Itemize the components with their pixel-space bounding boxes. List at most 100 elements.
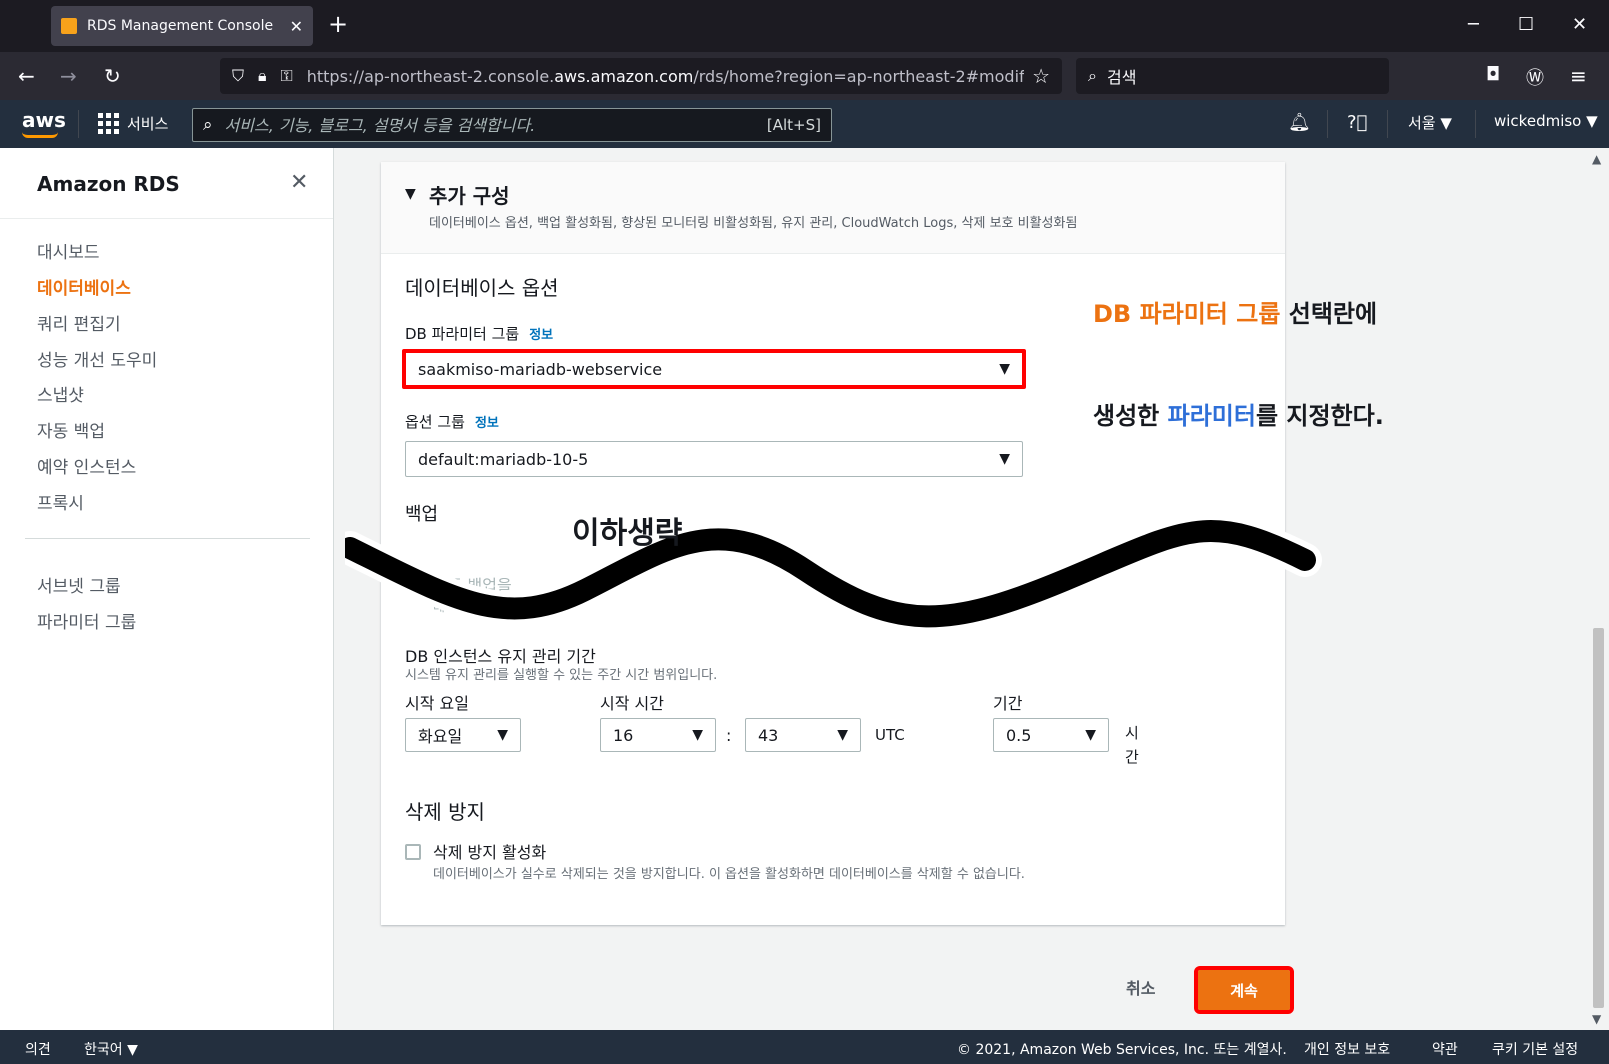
scrollbar[interactable]: ▲ ▼ (1588, 148, 1609, 1030)
scroll-down-icon[interactable]: ▼ (1592, 1012, 1601, 1026)
param-group-select[interactable]: saakmiso-mariadb-webservice ▼ (402, 349, 1026, 389)
start-minute-select[interactable]: 43 ▼ (745, 718, 861, 752)
search-icon: ⌕ (203, 115, 213, 135)
close-window-icon[interactable]: ✕ (1572, 14, 1587, 35)
start-minute-value: 43 (758, 725, 779, 745)
start-day-select[interactable]: 화요일 ▼ (405, 718, 521, 752)
browser-nav-bar: ← → ↻ ⛉ 🔒︎ ⚿ https://ap-northeast-2.cons… (0, 52, 1609, 100)
annotation-line-1: DB 파라미터 그룹 선택란에 (1093, 300, 1378, 328)
profile-icon[interactable]: Ⓦ (1526, 64, 1544, 90)
caret-down-icon: ▼ (692, 727, 703, 743)
new-tab-icon[interactable]: + (328, 12, 348, 36)
menu-icon[interactable]: ≡ (1570, 64, 1587, 88)
duration-label: 기간 (993, 694, 1023, 713)
scroll-up-icon[interactable]: ▲ (1592, 152, 1601, 166)
continue-button[interactable]: 계속 (1194, 966, 1294, 1014)
timezone-label: UTC (875, 726, 905, 744)
close-icon[interactable]: ✕ (290, 170, 308, 195)
user-menu[interactable]: wickedmiso ▼ (1494, 112, 1598, 130)
privacy-link[interactable]: 개인 정보 보호 (1304, 1039, 1390, 1059)
aws-smile-icon (22, 132, 58, 138)
key-icon[interactable]: ⚿ (281, 66, 293, 86)
shield-icon[interactable]: ⛉ (232, 66, 244, 86)
services-label: 서비스 (127, 115, 169, 133)
deletion-protection-checkbox[interactable] (405, 844, 421, 860)
tab-title: RDS Management Console (87, 18, 274, 34)
bookmark-star-icon[interactable]: ☆ (1032, 64, 1050, 88)
browser-tab[interactable]: RDS Management Console ✕ (51, 6, 313, 46)
sidebar-item-automated-backups[interactable]: 자동 백업 (37, 417, 105, 442)
browser-search-placeholder: 검색 (1106, 68, 1137, 87)
aws-search-input[interactable] (224, 115, 767, 135)
sidebar-item-subnet-groups[interactable]: 서브넷 그룹 (37, 572, 121, 597)
grid-icon (98, 113, 119, 134)
aws-header: aws 서비스 ⌕ [Alt+S] 🔔︎ ?⃝ 서울 ▼ wickedmiso … (0, 100, 1609, 148)
language-selector[interactable]: 한국어 ▼ (84, 1039, 138, 1059)
deletion-protection-title: 삭제 방지 (405, 800, 485, 824)
sidebar-item-snapshots[interactable]: 스냅샷 (37, 381, 84, 406)
caret-down-icon[interactable]: ▼ (405, 186, 416, 202)
annotation-line-2: 생성한 파라미터를 지정한다. (1093, 402, 1384, 430)
copyright-text: © 2021, Amazon Web Services, Inc. 또는 계열사… (957, 1042, 1287, 1058)
sidebar-item-databases[interactable]: 데이터베이스 (37, 274, 131, 299)
maximize-icon[interactable]: ☐ (1518, 14, 1534, 35)
header-divider (1387, 110, 1388, 138)
browser-tab-bar: RDS Management Console ✕ + ─ ☐ ✕ (0, 0, 1609, 52)
header-divider (1327, 110, 1328, 138)
reload-icon[interactable]: ↻ (104, 64, 121, 88)
help-icon[interactable]: ?⃝ (1347, 112, 1367, 133)
cookie-preferences-link[interactable]: 쿠키 기본 설정 (1492, 1039, 1578, 1059)
region-selector[interactable]: 서울 ▼ (1408, 112, 1452, 133)
caret-down-icon: ▼ (497, 727, 508, 743)
option-group-label: 옵션 그룹 정보 (405, 413, 499, 431)
forward-icon[interactable]: → (60, 64, 77, 88)
sidebar-title: Amazon RDS (37, 172, 180, 196)
db-options-title: 데이터베이스 옵션 (405, 276, 559, 300)
url-text[interactable]: https://ap-northeast-2.console.aws.amazo… (307, 67, 1024, 86)
omission-squiggle (345, 520, 1322, 630)
minimize-icon[interactable]: ─ (1468, 14, 1479, 35)
back-icon[interactable]: ← (18, 64, 35, 88)
sidebar-item-dashboard[interactable]: 대시보드 (37, 238, 100, 263)
start-day-value: 화요일 (418, 727, 463, 746)
terms-link[interactable]: 약관 (1432, 1039, 1458, 1059)
close-tab-icon[interactable]: ✕ (290, 17, 303, 36)
info-link[interactable]: 정보 (529, 328, 553, 343)
scroll-thumb[interactable] (1593, 628, 1604, 1008)
sidebar-item-reserved-instances[interactable]: 예약 인스턴스 (37, 453, 136, 478)
feedback-link[interactable]: 의견 (25, 1039, 51, 1059)
panel-header[interactable]: ▼ 추가 구성 데이터베이스 옵션, 백업 활성화됨, 향상된 모니터링 비활성… (381, 162, 1285, 254)
header-divider (78, 110, 79, 138)
sidebar-item-parameter-groups[interactable]: 파라미터 그룹 (37, 608, 136, 633)
browser-search-bar[interactable]: ⌕ 검색 (1076, 58, 1389, 94)
caret-down-icon: ▼ (1085, 727, 1096, 743)
info-link[interactable]: 정보 (475, 416, 499, 431)
lock-icon[interactable]: 🔒︎ (258, 66, 267, 86)
aws-search-box[interactable]: ⌕ [Alt+S] (192, 108, 832, 142)
start-hour-value: 16 (613, 725, 634, 745)
duration-select[interactable]: 0.5 ▼ (993, 718, 1109, 752)
url-bar[interactable]: ⛉ 🔒︎ ⚿ https://ap-northeast-2.console.aw… (220, 58, 1062, 94)
option-group-select[interactable]: default:mariadb-10-5 ▼ (405, 441, 1023, 477)
bell-icon[interactable]: 🔔︎ (1288, 112, 1311, 133)
duration-unit-1: 시 (1125, 724, 1139, 742)
sidebar-item-performance-insights[interactable]: 성능 개선 도우미 (37, 346, 157, 371)
duration-value: 0.5 (1006, 725, 1032, 745)
param-group-label: DB 파라미터 그룹 정보 (405, 325, 554, 343)
start-hour-select[interactable]: 16 ▼ (600, 718, 716, 752)
sidebar-item-proxies[interactable]: 프록시 (37, 489, 84, 514)
deletion-protection-label: 삭제 방지 활성화 (433, 843, 547, 862)
search-icon: ⌕ (1088, 66, 1097, 85)
sidebar-divider (0, 218, 333, 219)
option-group-value: default:mariadb-10-5 (418, 449, 589, 469)
pocket-icon[interactable]: ◘ (1486, 64, 1500, 85)
aws-favicon-icon (61, 18, 77, 34)
sidebar-item-query-editor[interactable]: 쿼리 편집기 (37, 310, 121, 335)
omitted-annotation: 이하생략 (572, 516, 683, 551)
aws-logo[interactable]: aws (22, 108, 66, 132)
console-footer: 의견 한국어 ▼ © 2021, Amazon Web Services, In… (0, 1030, 1609, 1064)
start-day-label: 시작 요일 (405, 694, 469, 713)
panel-description: 데이터베이스 옵션, 백업 활성화됨, 향상된 모니터링 비활성화됨, 유지 관… (429, 216, 1078, 231)
services-menu-button[interactable]: 서비스 (98, 113, 168, 134)
cancel-button[interactable]: 취소 (1126, 975, 1155, 999)
